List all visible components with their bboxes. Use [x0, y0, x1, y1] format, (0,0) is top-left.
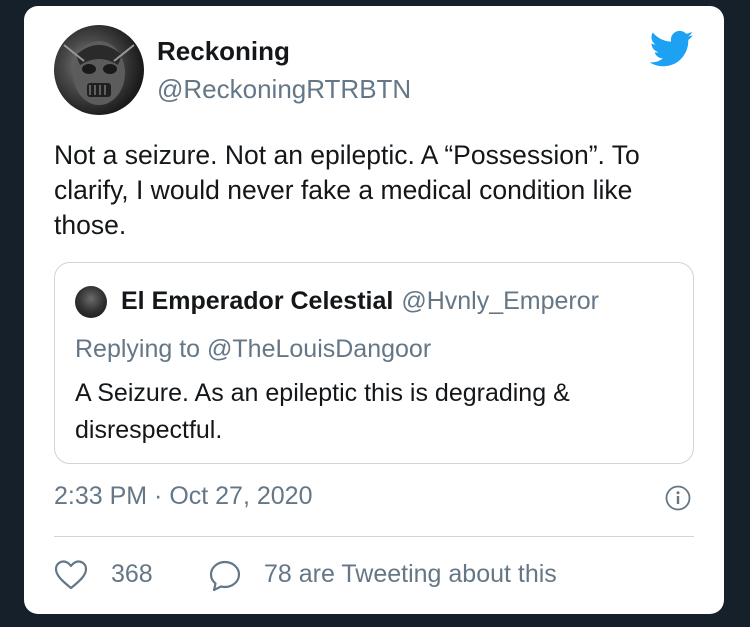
tweet-text: Not a seizure. Not an epileptic. A “Poss…	[54, 140, 640, 240]
divider	[54, 536, 694, 537]
twitter-bird-icon[interactable]	[649, 30, 694, 68]
author-handle[interactable]: @ReckoningRTRBTN	[157, 74, 411, 105]
tweet-timestamp[interactable]: 2:33 PM · Oct 27, 2020	[54, 482, 312, 511]
avatar-image	[63, 41, 135, 105]
quoted-author-line[interactable]: El Emperador Celestial @Hvnly_Emperor	[121, 287, 599, 316]
quoted-tweet-text: A Seizure. As an epileptic this is degra…	[75, 379, 570, 444]
author-display-name[interactable]: Reckoning	[157, 36, 290, 67]
like-count[interactable]: 368	[111, 560, 153, 589]
quoted-author-display-name[interactable]: El Emperador Celestial	[121, 287, 393, 315]
author-avatar[interactable]	[54, 25, 144, 115]
quoted-author-handle[interactable]: @Hvnly_Emperor	[401, 287, 599, 315]
tweeting-about-this-link[interactable]: 78 are Tweeting about this	[264, 560, 557, 589]
speech-bubble-icon[interactable]	[208, 559, 242, 593]
quoted-tweet[interactable]: El Emperador Celestial @Hvnly_Emperor Rep…	[54, 262, 694, 464]
quoted-author-avatar[interactable]	[75, 286, 107, 318]
info-icon[interactable]	[665, 485, 691, 511]
heart-icon[interactable]	[54, 559, 88, 591]
quoted-replying-to: Replying to @TheLouisDangoor	[75, 335, 432, 363]
tweet-card: Reckoning @ReckoningRTRBTN Not a seizure…	[24, 6, 724, 614]
